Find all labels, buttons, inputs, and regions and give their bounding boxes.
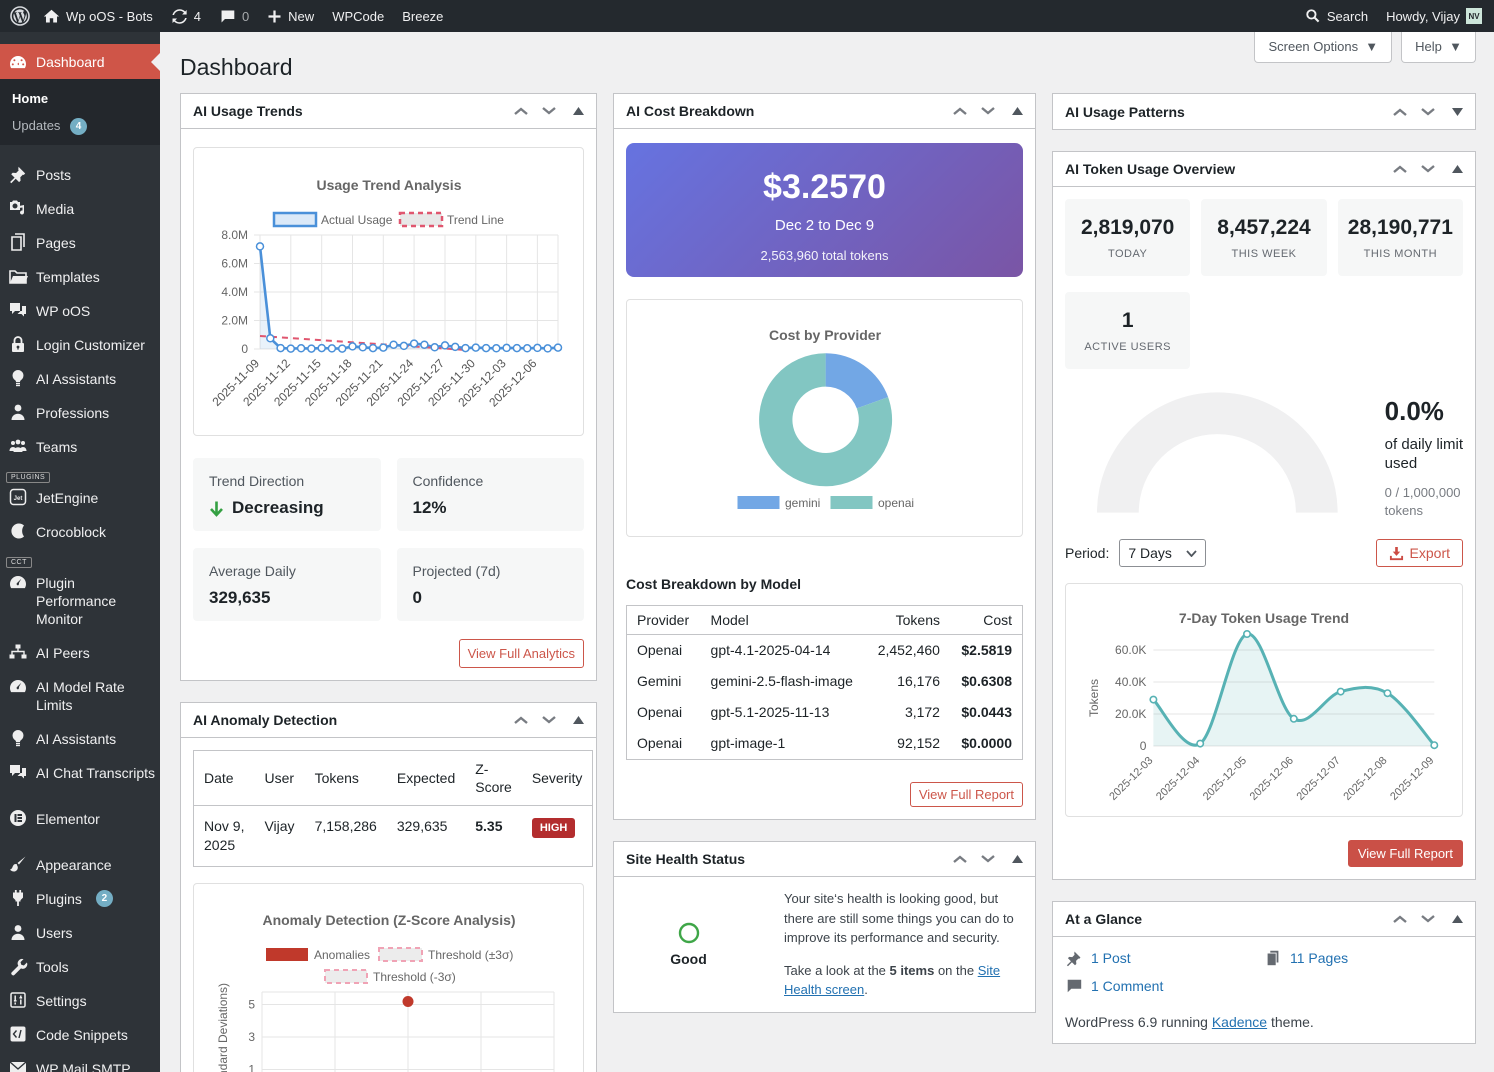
svg-text:4.0M: 4.0M bbox=[221, 285, 248, 299]
svg-text:Usage Trend Analysis: Usage Trend Analysis bbox=[317, 177, 462, 193]
svg-text:20.0K: 20.0K bbox=[1115, 707, 1146, 721]
svg-text:60.0K: 60.0K bbox=[1115, 643, 1146, 657]
svg-text:Actual Usage: Actual Usage bbox=[321, 213, 393, 227]
svg-text:2025-12-08: 2025-12-08 bbox=[1341, 755, 1389, 803]
svg-text:2025-12-07: 2025-12-07 bbox=[1295, 755, 1343, 803]
svg-text:2.0M: 2.0M bbox=[221, 314, 248, 328]
svg-text:2025-12-06: 2025-12-06 bbox=[1248, 755, 1296, 803]
svg-text:7-Day Token Usage Trend: 7-Day Token Usage Trend bbox=[1179, 610, 1349, 626]
svg-text:gemini: gemini bbox=[785, 496, 820, 510]
svg-text:8.0M: 8.0M bbox=[221, 228, 248, 242]
svg-text:1: 1 bbox=[248, 1063, 255, 1072]
svg-text:40.0K: 40.0K bbox=[1115, 675, 1146, 689]
svg-text:3: 3 bbox=[248, 1030, 255, 1044]
svg-text:2025-12-03: 2025-12-03 bbox=[1107, 755, 1155, 803]
svg-text:Tokens: Tokens bbox=[1087, 679, 1101, 717]
svg-text:2025-12-05: 2025-12-05 bbox=[1201, 755, 1249, 803]
svg-text:0: 0 bbox=[1140, 739, 1147, 753]
svg-text:Trend Line: Trend Line bbox=[447, 213, 504, 227]
svg-text:Jet: Jet bbox=[14, 496, 23, 502]
svg-text:Threshold (±3σ): Threshold (±3σ) bbox=[428, 948, 513, 962]
svg-text:2025-12-04: 2025-12-04 bbox=[1154, 755, 1202, 803]
svg-text:Cost by Provider: Cost by Provider bbox=[769, 327, 882, 343]
svg-text:Anomalies: Anomalies bbox=[314, 948, 370, 962]
svg-text:5: 5 bbox=[248, 998, 255, 1012]
svg-text:openai: openai bbox=[878, 496, 914, 510]
svg-text:2025-12-09: 2025-12-09 bbox=[1388, 755, 1436, 803]
svg-text:Threshold (-3σ): Threshold (-3σ) bbox=[373, 970, 456, 984]
svg-text:6.0M: 6.0M bbox=[221, 257, 248, 271]
svg-text:Z-Score (Standard Deviations): Z-Score (Standard Deviations) bbox=[216, 983, 230, 1072]
svg-text:0: 0 bbox=[241, 342, 248, 356]
svg-text:Anomaly Detection (Z-Score Ana: Anomaly Detection (Z-Score Analysis) bbox=[262, 912, 515, 928]
